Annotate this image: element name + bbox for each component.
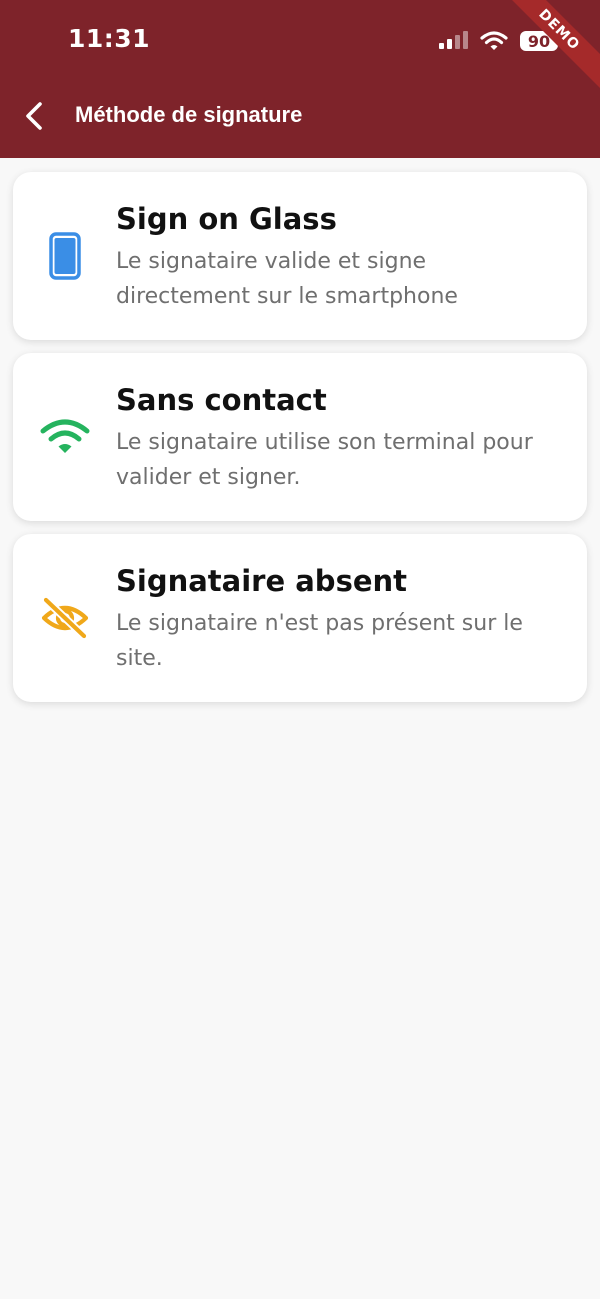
app-bar: 11:31 90 DEMO Méthode de signature (0, 0, 600, 158)
method-title: Sign on Glass (116, 202, 337, 236)
chevron-left-icon (26, 102, 42, 130)
method-title: Signataire absent (116, 564, 408, 598)
eye-off-icon (39, 592, 91, 644)
wifi-icon (39, 411, 91, 463)
method-card-sign-on-glass[interactable]: Sign on Glass Le signataire valide et si… (13, 172, 587, 340)
back-button[interactable] (14, 96, 54, 136)
smartphone-icon (39, 230, 91, 282)
method-description: Le signataire n'est pas présent sur le s… (116, 611, 523, 671)
wifi-status-icon (480, 31, 508, 50)
method-description: Le signataire utilise son terminal pour … (116, 430, 533, 490)
method-card-signataire-absent[interactable]: Signataire absent Le signataire n'est pa… (13, 534, 587, 702)
status-icons: 90 (438, 28, 562, 54)
method-title: Sans contact (116, 383, 327, 417)
status-time: 11:31 (68, 24, 151, 53)
page-title: Méthode de signature (75, 102, 303, 127)
method-card-sans-contact[interactable]: Sans contact Le signataire utilise son t… (13, 353, 587, 521)
cellular-signal-icon (439, 31, 468, 49)
method-description: Le signataire valide et signe directemen… (116, 249, 458, 309)
